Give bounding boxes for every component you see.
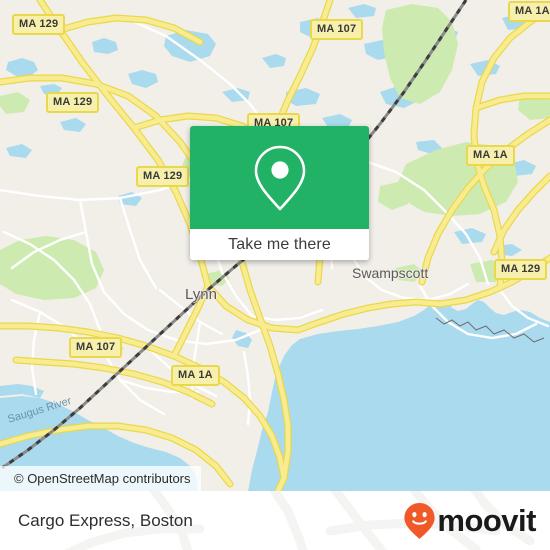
highway-shield-ma129-se[interactable]: MA 129 (494, 259, 548, 280)
highway-shield-ma129-nw[interactable]: MA 129 (12, 14, 66, 35)
osm-attribution-text: © OpenStreetMap contributors (14, 471, 191, 486)
moovit-pin-smile-icon (404, 502, 435, 539)
highway-shield-ma1a-s[interactable]: MA 1A (171, 365, 220, 386)
place-label-lynn: Lynn (185, 286, 217, 303)
popup-card-icon-area (190, 126, 369, 229)
popup-card-label-area[interactable]: Take me there (190, 229, 369, 260)
moovit-map-screenshot: MA 129 MA 107 MA 1A MA 129 MA 107 MA 1A … (0, 0, 550, 550)
location-title: Cargo Express, Boston (18, 510, 193, 530)
highway-shield-ma1a-ne[interactable]: MA 1A (508, 1, 550, 22)
take-me-there-card[interactable]: Take me there (190, 126, 369, 260)
moovit-wordmark: moovit (437, 503, 536, 538)
highway-shield-ma107-n[interactable]: MA 107 (310, 19, 364, 40)
moovit-brand[interactable]: moovit (403, 502, 536, 540)
take-me-there-label: Take me there (228, 235, 331, 253)
place-label-swampscott: Swampscott (352, 265, 429, 281)
map-pin-icon (254, 145, 305, 210)
highway-shield-ma129-mid[interactable]: MA 129 (136, 166, 190, 187)
map-canvas[interactable]: MA 129 MA 107 MA 1A MA 129 MA 107 MA 1A … (0, 0, 550, 491)
highway-shield-ma107-sw[interactable]: MA 107 (69, 337, 123, 358)
highway-shield-ma1a-e[interactable]: MA 1A (466, 145, 515, 166)
footer-bar: Cargo Express, Boston moovit (0, 491, 550, 550)
osm-attribution[interactable]: © OpenStreetMap contributors (0, 466, 201, 491)
highway-shield-ma129-w[interactable]: MA 129 (46, 92, 100, 113)
